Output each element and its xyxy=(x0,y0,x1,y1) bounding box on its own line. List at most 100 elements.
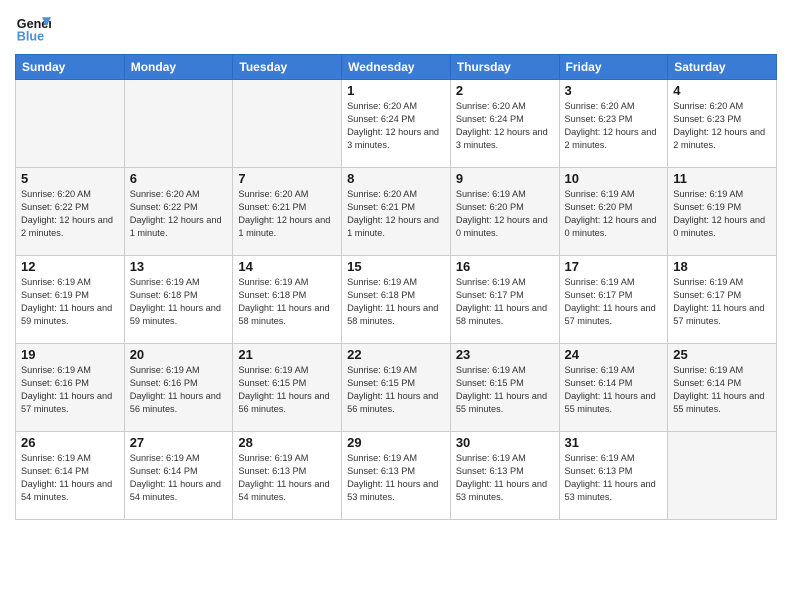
day-number: 28 xyxy=(238,435,336,450)
calendar-cell: 6Sunrise: 6:20 AM Sunset: 6:22 PM Daylig… xyxy=(124,168,233,256)
day-number: 5 xyxy=(21,171,119,186)
calendar-week-4: 26Sunrise: 6:19 AM Sunset: 6:14 PM Dayli… xyxy=(16,432,777,520)
day-info: Sunrise: 6:20 AM Sunset: 6:22 PM Dayligh… xyxy=(130,188,228,240)
calendar-cell: 22 Sunrise: 6:19 AM Sunset: 6:15 PM Dayli… xyxy=(342,344,451,432)
day-info: Sunrise: 6:19 AM Sunset: 6:15 PM Dayligh… xyxy=(456,364,554,416)
day-number: 13 xyxy=(130,259,228,274)
day-number: 27 xyxy=(130,435,228,450)
calendar-cell: 3 Sunrise: 6:20 AM Sunset: 6:23 PM Daylig… xyxy=(559,80,668,168)
calendar-cell: 30 Sunrise: 6:19 AM Sunset: 6:13 PM Dayli… xyxy=(450,432,559,520)
calendar-cell: 21Sunrise: 6:19 AM Sunset: 6:15 PM Dayli… xyxy=(233,344,342,432)
day-number: 2 xyxy=(456,83,554,98)
calendar-cell xyxy=(668,432,777,520)
day-info: Sunrise: 6:19 AM Sunset: 6:14 PM Dayligh… xyxy=(673,364,771,416)
day-info: Sunrise: 6:20 AM Sunset: 6:23 PM Dayligh… xyxy=(673,100,771,152)
calendar-cell: 27 Sunrise: 6:19 AM Sunset: 6:14 PM Dayli… xyxy=(124,432,233,520)
day-info: Sunrise: 6:19 AM Sunset: 6:16 PM Dayligh… xyxy=(21,364,119,416)
day-number: 8 xyxy=(347,171,445,186)
day-info: Sunrise: 6:20 AM Sunset: 6:22 PM Dayligh… xyxy=(21,188,119,240)
calendar-week-2: 12Sunrise: 6:19 AM Sunset: 6:19 PM Dayli… xyxy=(16,256,777,344)
day-number: 10 xyxy=(565,171,663,186)
weekday-header-sunday: Sunday xyxy=(16,55,125,80)
day-info: Sunrise: 6:20 AM Sunset: 6:21 PM Dayligh… xyxy=(347,188,445,240)
calendar-cell: 19 Sunrise: 6:19 AM Sunset: 6:16 PM Dayli… xyxy=(16,344,125,432)
weekday-header-saturday: Saturday xyxy=(668,55,777,80)
day-number: 14 xyxy=(238,259,336,274)
calendar-cell: 31Sunrise: 6:19 AM Sunset: 6:13 PM Dayli… xyxy=(559,432,668,520)
weekday-header-row: SundayMondayTuesdayWednesdayThursdayFrid… xyxy=(16,55,777,80)
calendar-cell xyxy=(233,80,342,168)
day-number: 15 xyxy=(347,259,445,274)
day-number: 11 xyxy=(673,171,771,186)
day-info: Sunrise: 6:19 AM Sunset: 6:19 PM Dayligh… xyxy=(673,188,771,240)
day-number: 21 xyxy=(238,347,336,362)
weekday-header-tuesday: Tuesday xyxy=(233,55,342,80)
calendar-cell: 11 Sunrise: 6:19 AM Sunset: 6:19 PM Dayli… xyxy=(668,168,777,256)
day-info: Sunrise: 6:19 AM Sunset: 6:18 PM Dayligh… xyxy=(238,276,336,328)
logo-icon: General Blue xyxy=(15,10,51,46)
logo: General Blue xyxy=(15,10,51,46)
calendar-cell: 28 Sunrise: 6:19 AM Sunset: 6:13 PM Dayli… xyxy=(233,432,342,520)
day-info: Sunrise: 6:19 AM Sunset: 6:13 PM Dayligh… xyxy=(456,452,554,504)
day-info: Sunrise: 6:19 AM Sunset: 6:20 PM Dayligh… xyxy=(456,188,554,240)
day-info: Sunrise: 6:19 AM Sunset: 6:17 PM Dayligh… xyxy=(673,276,771,328)
day-info: Sunrise: 6:20 AM Sunset: 6:21 PM Dayligh… xyxy=(238,188,336,240)
day-info: Sunrise: 6:19 AM Sunset: 6:13 PM Dayligh… xyxy=(238,452,336,504)
day-info: Sunrise: 6:19 AM Sunset: 6:18 PM Dayligh… xyxy=(347,276,445,328)
calendar-cell: 15 Sunrise: 6:19 AM Sunset: 6:18 PM Dayli… xyxy=(342,256,451,344)
day-number: 25 xyxy=(673,347,771,362)
calendar-cell xyxy=(124,80,233,168)
day-number: 24 xyxy=(565,347,663,362)
calendar-cell: 9 Sunrise: 6:19 AM Sunset: 6:20 PM Daylig… xyxy=(450,168,559,256)
day-info: Sunrise: 6:20 AM Sunset: 6:23 PM Dayligh… xyxy=(565,100,663,152)
day-info: Sunrise: 6:19 AM Sunset: 6:17 PM Dayligh… xyxy=(565,276,663,328)
calendar-cell: 5 Sunrise: 6:20 AM Sunset: 6:22 PM Daylig… xyxy=(16,168,125,256)
calendar-cell: 2Sunrise: 6:20 AM Sunset: 6:24 PM Daylig… xyxy=(450,80,559,168)
day-number: 31 xyxy=(565,435,663,450)
header: General Blue xyxy=(15,10,777,46)
day-number: 18 xyxy=(673,259,771,274)
calendar-cell: 10Sunrise: 6:19 AM Sunset: 6:20 PM Dayli… xyxy=(559,168,668,256)
calendar-cell: 29 Sunrise: 6:19 AM Sunset: 6:13 PM Dayli… xyxy=(342,432,451,520)
calendar-cell: 23Sunrise: 6:19 AM Sunset: 6:15 PM Dayli… xyxy=(450,344,559,432)
day-info: Sunrise: 6:20 AM Sunset: 6:24 PM Dayligh… xyxy=(347,100,445,152)
day-number: 1 xyxy=(347,83,445,98)
weekday-header-thursday: Thursday xyxy=(450,55,559,80)
day-number: 19 xyxy=(21,347,119,362)
calendar-week-1: 5 Sunrise: 6:20 AM Sunset: 6:22 PM Daylig… xyxy=(16,168,777,256)
day-info: Sunrise: 6:19 AM Sunset: 6:14 PM Dayligh… xyxy=(130,452,228,504)
day-number: 4 xyxy=(673,83,771,98)
svg-text:Blue: Blue xyxy=(17,30,44,44)
day-info: Sunrise: 6:19 AM Sunset: 6:17 PM Dayligh… xyxy=(456,276,554,328)
calendar-cell: 20Sunrise: 6:19 AM Sunset: 6:16 PM Dayli… xyxy=(124,344,233,432)
calendar-table: SundayMondayTuesdayWednesdayThursdayFrid… xyxy=(15,54,777,520)
calendar-week-0: 1 Sunrise: 6:20 AM Sunset: 6:24 PM Daylig… xyxy=(16,80,777,168)
day-info: Sunrise: 6:19 AM Sunset: 6:13 PM Dayligh… xyxy=(347,452,445,504)
weekday-header-friday: Friday xyxy=(559,55,668,80)
calendar-cell: 16Sunrise: 6:19 AM Sunset: 6:17 PM Dayli… xyxy=(450,256,559,344)
day-info: Sunrise: 6:19 AM Sunset: 6:19 PM Dayligh… xyxy=(21,276,119,328)
day-info: Sunrise: 6:19 AM Sunset: 6:18 PM Dayligh… xyxy=(130,276,228,328)
day-number: 9 xyxy=(456,171,554,186)
day-info: Sunrise: 6:19 AM Sunset: 6:14 PM Dayligh… xyxy=(565,364,663,416)
calendar-cell: 25 Sunrise: 6:19 AM Sunset: 6:14 PM Dayli… xyxy=(668,344,777,432)
calendar-cell xyxy=(16,80,125,168)
day-number: 30 xyxy=(456,435,554,450)
day-number: 20 xyxy=(130,347,228,362)
day-info: Sunrise: 6:19 AM Sunset: 6:15 PM Dayligh… xyxy=(347,364,445,416)
weekday-header-monday: Monday xyxy=(124,55,233,80)
calendar-week-3: 19 Sunrise: 6:19 AM Sunset: 6:16 PM Dayli… xyxy=(16,344,777,432)
calendar-cell: 26Sunrise: 6:19 AM Sunset: 6:14 PM Dayli… xyxy=(16,432,125,520)
calendar-cell: 1 Sunrise: 6:20 AM Sunset: 6:24 PM Daylig… xyxy=(342,80,451,168)
calendar-cell: 4 Sunrise: 6:20 AM Sunset: 6:23 PM Daylig… xyxy=(668,80,777,168)
calendar-cell: 8 Sunrise: 6:20 AM Sunset: 6:21 PM Daylig… xyxy=(342,168,451,256)
day-number: 22 xyxy=(347,347,445,362)
day-info: Sunrise: 6:19 AM Sunset: 6:14 PM Dayligh… xyxy=(21,452,119,504)
page: General Blue SundayMondayTuesdayWednesda… xyxy=(0,0,792,612)
day-number: 29 xyxy=(347,435,445,450)
calendar-cell: 17 Sunrise: 6:19 AM Sunset: 6:17 PM Dayli… xyxy=(559,256,668,344)
day-number: 17 xyxy=(565,259,663,274)
calendar-cell: 18 Sunrise: 6:19 AM Sunset: 6:17 PM Dayli… xyxy=(668,256,777,344)
day-number: 3 xyxy=(565,83,663,98)
day-number: 7 xyxy=(238,171,336,186)
